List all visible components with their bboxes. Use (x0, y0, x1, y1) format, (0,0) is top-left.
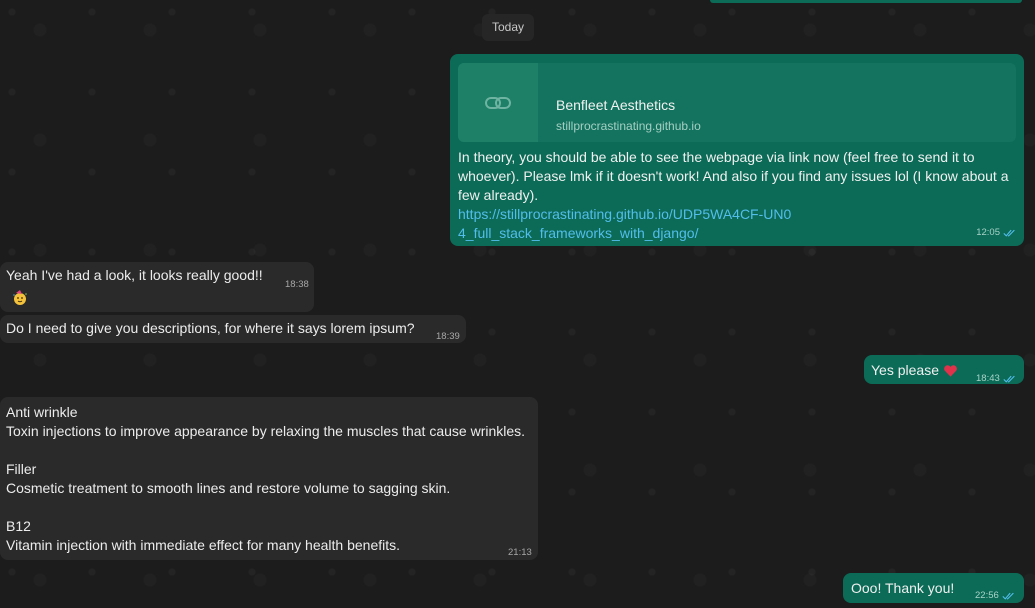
message-time: 12:05 (976, 227, 1000, 238)
message-time: 18:43 (976, 373, 1000, 384)
message-meta: 12:05 (976, 223, 1016, 242)
previous-message-bubble (710, 0, 1022, 3)
message-time: 21:13 (508, 547, 532, 558)
message-bubble-incoming-descriptions[interactable]: Anti wrinkle Toxin injections to improve… (0, 397, 538, 560)
description-text: Toxin injections to improve appearance b… (6, 423, 526, 439)
double-check-read-icon (1002, 592, 1014, 600)
description-item: Filler Cosmetic treatment to smooth line… (6, 460, 450, 498)
message-meta: 22:56 (975, 586, 1015, 605)
description-text: Cosmetic treatment to smooth lines and r… (6, 480, 451, 496)
chat-area: Today Benfleet Aesthetics stillprocrasti… (0, 0, 1035, 608)
partying-face-emoji (13, 290, 27, 305)
link-icon (485, 96, 511, 109)
date-separator: Today (482, 14, 534, 41)
message-meta: 18:39 (436, 327, 460, 346)
link-preview-thumbnail (458, 63, 538, 142)
message-text: Ooo! Thank you! (851, 580, 955, 596)
message-text-container: In theory, you should be able to see the… (458, 148, 1014, 243)
message-bubble-incoming[interactable]: Do I need to give you descriptions, for … (0, 315, 466, 343)
red-heart-emoji (944, 364, 957, 377)
message-bubble-outgoing[interactable]: Ooo! Thank you! 22:56 (843, 573, 1024, 603)
double-check-read-icon (1003, 229, 1015, 237)
message-bubble-incoming[interactable]: Yeah I've had a look, it looks really go… (0, 262, 314, 312)
message-text: Yeah I've had a look, it looks really go… (6, 267, 263, 283)
link-preview-domain: stillprocrastinating.github.io (556, 119, 701, 133)
message-bubble-outgoing[interactable]: Yes please 18:43 (864, 355, 1024, 384)
message-meta: 18:43 (976, 369, 1016, 388)
double-check-read-icon (1003, 375, 1015, 383)
message-url-link[interactable]: https://stillprocrastinating.github.io/U… (458, 205, 798, 243)
description-title: Filler (6, 461, 37, 477)
message-meta: 18:38 (285, 275, 309, 294)
message-text: In theory, you should be able to see the… (458, 149, 1009, 203)
message-meta: 21:13 (508, 543, 532, 562)
link-preview-title: Benfleet Aesthetics (556, 97, 676, 113)
description-title: Anti wrinkle (6, 404, 78, 420)
message-bubble-outgoing-link[interactable]: Benfleet Aesthetics stillprocrastinating… (450, 54, 1024, 246)
message-text-container: Yes please (871, 361, 958, 380)
message-time: 18:38 (285, 279, 309, 290)
description-text: Vitamin injection with immediate effect … (6, 537, 401, 553)
description-title: B12 (6, 518, 31, 534)
description-item: B12 Vitamin injection with immediate eff… (6, 517, 400, 555)
message-text: Yes please (871, 362, 939, 378)
message-text: Do I need to give you descriptions, for … (6, 320, 415, 336)
message-time: 22:56 (975, 590, 999, 601)
message-time: 18:39 (436, 331, 460, 342)
link-preview-card[interactable]: Benfleet Aesthetics stillprocrastinating… (458, 63, 1016, 142)
description-item: Anti wrinkle Toxin injections to improve… (6, 403, 525, 441)
